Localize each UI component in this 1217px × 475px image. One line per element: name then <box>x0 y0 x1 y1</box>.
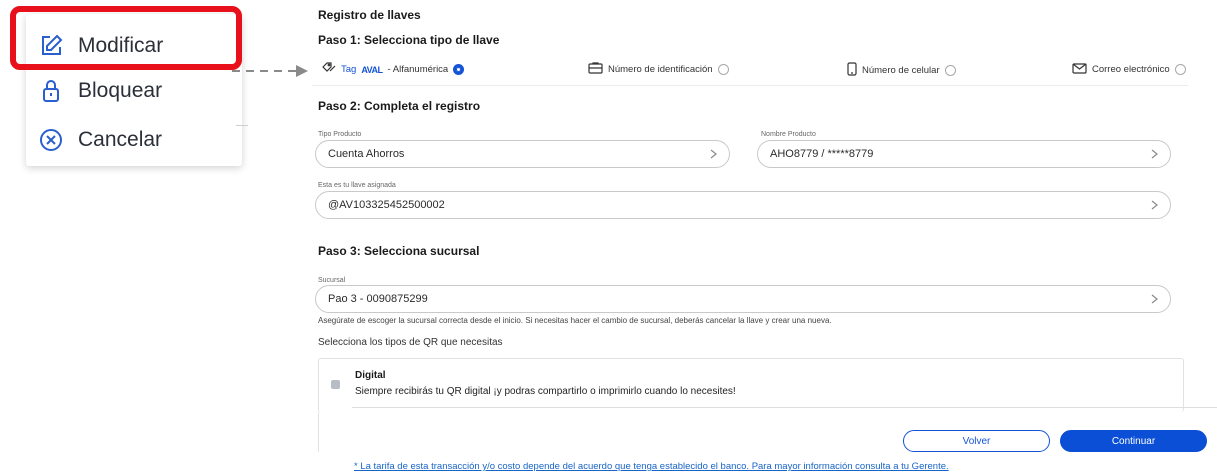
tipo-producto-label: Tipo Producto <box>318 131 362 138</box>
radio-selected[interactable] <box>453 64 465 75</box>
divider <box>318 412 319 452</box>
key-option-identificacion[interactable]: Número de identificación <box>588 62 729 77</box>
menu-item-bloquear[interactable]: Bloquear <box>38 71 162 111</box>
nombre-producto-select[interactable]: AHO8779 / *****8779 <box>757 140 1171 168</box>
qr-option-description: Siempre recibirás tu QR digital ¡y podra… <box>355 386 736 397</box>
cancel-icon <box>38 127 64 153</box>
key-option-label: Número de identificación <box>608 64 713 75</box>
lock-icon <box>38 78 64 104</box>
tag-label: Tag <box>341 64 357 75</box>
sucursal-value: Pao 3 - 0090875299 <box>328 293 428 305</box>
highlight-frame <box>10 6 242 70</box>
key-option-label: - Alfanumérica <box>387 64 449 75</box>
llave-label: Esta es tu llave asignada <box>318 182 396 189</box>
tipo-producto-select[interactable]: Cuenta Ahorros <box>315 140 730 168</box>
nombre-producto-value: AHO8779 / *****8779 <box>770 148 874 160</box>
step1-title: Paso 1: Selecciona tipo de llave <box>318 33 500 47</box>
step2-title: Paso 2: Completa el registro <box>318 99 481 113</box>
radio-unselected[interactable] <box>944 65 956 76</box>
qr-option-title: Digital <box>355 370 386 381</box>
key-type-selector: Tag AVAL - Alfanumérica Número de identi… <box>312 60 1188 84</box>
radio-unselected[interactable] <box>1174 64 1186 75</box>
aval-logo: AVAL <box>361 64 383 75</box>
dashed-arrow <box>232 65 308 77</box>
divider <box>352 407 1217 408</box>
fee-disclaimer-link[interactable]: * La tarifa de esta transacción y/o cost… <box>354 461 949 472</box>
tag-icon <box>322 62 336 77</box>
continue-button[interactable]: Continuar <box>1060 430 1207 452</box>
key-option-alfanumerica[interactable]: Tag AVAL - Alfanumérica <box>322 62 465 77</box>
qr-option-digital[interactable]: Digital Siempre recibirás tu QR digital … <box>318 358 1184 412</box>
nombre-producto-label: Nombre Producto <box>761 131 816 138</box>
sucursal-select[interactable]: Pao 3 - 0090875299 <box>315 285 1171 313</box>
step3-title: Paso 3: Selecciona sucursal <box>318 244 480 258</box>
sucursal-label: Sucursal <box>318 277 346 284</box>
divider <box>312 85 1188 86</box>
key-option-label: Correo electrónico <box>1092 64 1170 75</box>
tipo-producto-value: Cuenta Ahorros <box>328 148 405 160</box>
page-title: Registro de llaves <box>318 8 421 22</box>
menu-item-cancelar[interactable]: Cancelar <box>38 120 162 160</box>
radio-unselected[interactable] <box>717 64 729 75</box>
back-button[interactable]: Volver <box>903 430 1050 452</box>
llave-field[interactable]: @AV103325452500002 <box>315 191 1171 219</box>
phone-icon <box>847 62 857 79</box>
llave-value: @AV103325452500002 <box>328 199 445 211</box>
chevron-right-icon <box>1151 294 1158 304</box>
key-option-correo[interactable]: Correo electrónico <box>1072 62 1186 77</box>
checkbox[interactable] <box>331 380 340 389</box>
key-option-label: Número de celular <box>862 65 940 76</box>
sucursal-hint: Asegúrate de escoger la sucursal correct… <box>318 316 832 325</box>
menu-item-label: Cancelar <box>78 128 163 151</box>
id-card-icon <box>588 62 603 77</box>
chevron-right-icon <box>1151 200 1158 210</box>
chevron-right-icon <box>710 149 717 159</box>
key-option-celular[interactable]: Número de celular <box>847 62 956 79</box>
chevron-right-icon <box>1151 149 1158 159</box>
menu-item-label: Bloquear <box>78 79 163 102</box>
qr-types-title: Selecciona los tipos de QR que necesitas <box>318 337 503 348</box>
menu-divider <box>236 125 248 126</box>
mail-icon <box>1072 62 1087 77</box>
